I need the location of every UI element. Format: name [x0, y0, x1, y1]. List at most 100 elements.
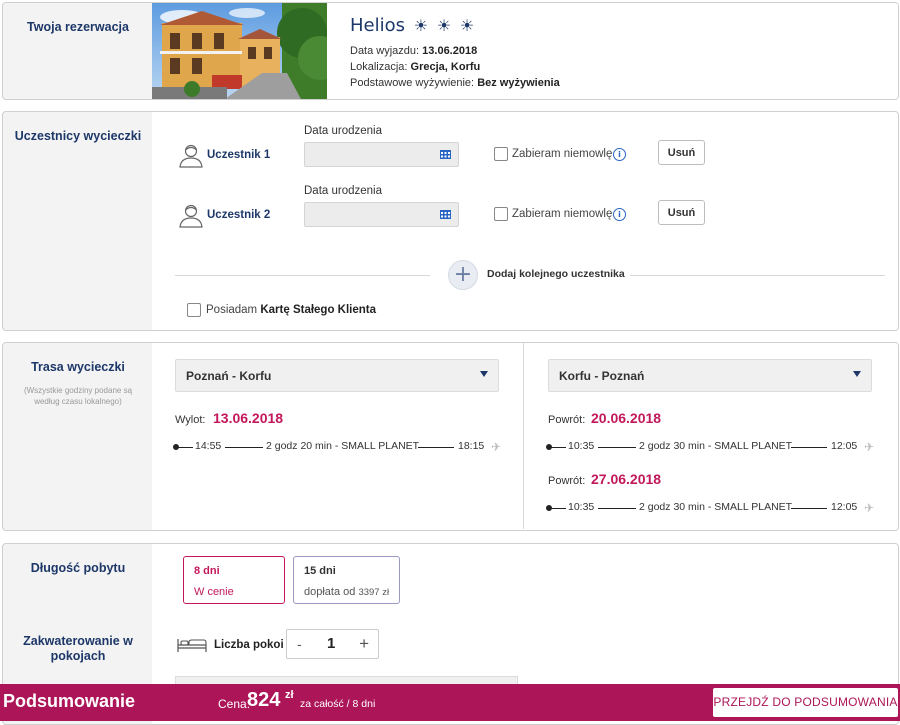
remove-participant-button[interactable]: Usuń [658, 140, 705, 165]
route-section-title: Trasa wycieczki [31, 360, 125, 374]
return-flight[interactable]: 10:35 2 godz 30 min - SMALL PLANET 12:05… [546, 440, 881, 454]
price-note: za całość / 8 dni [300, 698, 376, 710]
return-route-value: Korfu - Poznań [559, 369, 645, 383]
price-label: Cena: [218, 697, 251, 711]
dob-field[interactable] [304, 142, 459, 167]
participant-label: Uczestnik 1 [207, 149, 271, 161]
chevron-down-icon [853, 371, 861, 377]
participants-content [152, 112, 898, 330]
departure-value: 13.06.2018 [422, 45, 478, 57]
location: Lokalizacja: Grecja, Korfu [350, 61, 480, 73]
route-divider [523, 343, 524, 529]
stay-option-8-days[interactable]: 8 dni W cenie [183, 556, 285, 604]
flight-line [550, 508, 566, 509]
location-label: Lokalizacja: [350, 61, 408, 73]
infant-label: Zabieram niemowlę [512, 208, 613, 220]
summary-bar: Podsumowanie Cena: 824 zł za całość / 8 … [0, 684, 900, 721]
person-icon [179, 144, 203, 168]
hotel-name: Helios ☀ ☀ ☀ [350, 15, 474, 36]
hotel-name-text: Helios [350, 15, 406, 36]
dob-label: Data urodzenia [304, 185, 382, 197]
outbound-route-value: Poznań - Korfu [186, 369, 272, 383]
arrival-time: 18:15 [458, 440, 485, 452]
loyalty-card-label: Posiadam Kartę Stałego Klienta [206, 304, 376, 316]
room-select-placeholder[interactable] [175, 676, 518, 684]
location-value: Grecja, Korfu [410, 61, 481, 73]
rooms-count-label: Liczba pokoi [214, 639, 284, 651]
price-currency: zł [285, 689, 294, 701]
return-label[interactable]: Powrót: [548, 475, 585, 487]
calendar-icon[interactable] [440, 149, 451, 159]
return-route-select[interactable]: Korfu - Poznań [548, 359, 872, 392]
price-value: 824 [247, 689, 281, 711]
info-icon[interactable]: i [613, 208, 626, 221]
info-icon[interactable]: i [613, 148, 626, 161]
infant-checkbox[interactable] [494, 207, 508, 221]
departure-label: Data wyjazdu: [350, 45, 420, 57]
stay-option-15-days[interactable]: 15 dni dopłata od 3397 zł [293, 556, 400, 604]
outbound-label: Wylot: [175, 414, 206, 426]
sun-icon: ☀ [436, 16, 452, 35]
flight-line [418, 447, 454, 448]
divider [630, 275, 885, 276]
flight-info: 2 godz 20 min - SMALL PLANET [266, 440, 420, 452]
flight-line [791, 447, 827, 448]
add-participant-label[interactable]: Dodaj kolejnego uczestnika [487, 268, 625, 280]
add-participant-button[interactable]: + [448, 260, 478, 290]
reservation-section-title: Twoja rezerwacja [27, 20, 129, 34]
plane-icon: ✈ [864, 440, 875, 454]
departure-time: 10:35 [568, 501, 595, 513]
flight-line [791, 508, 827, 509]
divider [175, 275, 430, 276]
increment-button[interactable]: + [359, 634, 369, 654]
summary-title: Podsumowanie [3, 691, 136, 711]
calendar-icon[interactable] [440, 209, 451, 219]
stay-price-value: 3397 zł [358, 587, 390, 598]
stay-price: W cenie [194, 586, 234, 598]
loyalty-bold: Kartę Stałego Klienta [260, 304, 377, 316]
flight-info: 2 godz 30 min - SMALL PLANET [639, 440, 793, 452]
dob-field[interactable] [304, 202, 459, 227]
return-date[interactable]: 20.06.2018 [591, 410, 661, 426]
flight-line [177, 447, 193, 448]
flight-line [550, 447, 566, 448]
return-label[interactable]: Powrót: [548, 414, 585, 426]
departure-date: Data wyjazdu: 13.06.2018 [350, 45, 477, 57]
dob-label: Data urodzenia [304, 125, 382, 137]
stay-price: dopłata od 3397 zł [304, 586, 389, 598]
stay-days: 15 dni [304, 565, 336, 577]
flight-info: 2 godz 30 min - SMALL PLANET [639, 501, 793, 513]
bed-icon [177, 639, 207, 652]
stay-days: 8 dni [194, 565, 220, 577]
route-section-subtitle: (Wszystkie godziny podane są według czas… [23, 386, 133, 406]
decrement-button[interactable]: - [297, 636, 302, 652]
board-label: Podstawowe wyżywienie: [350, 77, 475, 89]
chevron-down-icon [480, 371, 488, 377]
loyalty-card-checkbox[interactable] [187, 303, 201, 317]
hotel-photo [152, 3, 327, 99]
sun-icon: ☀ [459, 16, 475, 35]
flight-line [598, 508, 636, 509]
arrival-time: 12:05 [831, 440, 858, 452]
outbound-date: 13.06.2018 [213, 410, 284, 426]
outbound-route-select[interactable]: Poznań - Korfu [175, 359, 499, 392]
return-date[interactable]: 27.06.2018 [591, 471, 661, 487]
remove-participant-button[interactable]: Usuń [658, 200, 705, 225]
go-to-summary-button[interactable]: PRZEJDŹ DO PODSUMOWANIA [713, 688, 898, 717]
reservation-card: Twoja rezerwacja Helios ☀ ☀ ☀ Data wyjaz… [2, 2, 899, 100]
rooms-stepper[interactable]: - 1 + [286, 629, 379, 659]
infant-checkbox[interactable] [494, 147, 508, 161]
loyalty-prefix: Posiadam [206, 304, 261, 316]
board-value: Bez wyżywienia [477, 77, 560, 89]
outbound-flight: 14:55 2 godz 20 min - SMALL PLANET 18:15… [173, 440, 508, 454]
flight-line [598, 447, 636, 448]
sun-icon: ☀ [413, 16, 429, 35]
return-flight[interactable]: 10:35 2 godz 30 min - SMALL PLANET 12:05… [546, 501, 881, 515]
departure-time: 10:35 [568, 440, 595, 452]
flight-line [225, 447, 263, 448]
stay-section-title: Długość pobytu [30, 561, 126, 575]
plane-icon: ✈ [491, 440, 502, 454]
infant-label: Zabieram niemowlę [512, 148, 613, 160]
person-icon [179, 204, 203, 228]
participant-label: Uczestnik 2 [207, 209, 271, 221]
